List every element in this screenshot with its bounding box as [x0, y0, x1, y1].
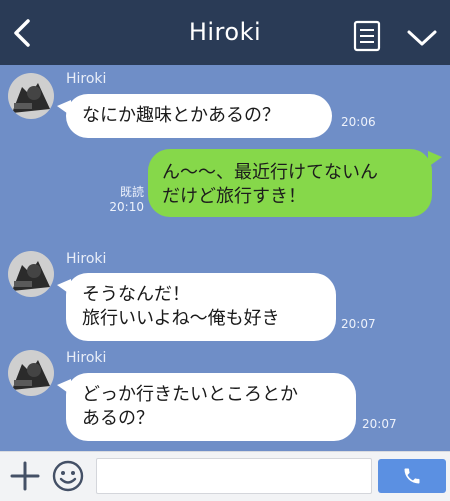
- sender-name: Hiroki: [66, 71, 107, 87]
- chevron-down-icon[interactable]: [406, 27, 438, 49]
- smiley-icon[interactable]: [52, 460, 84, 492]
- bubble-tail: [428, 151, 442, 167]
- message-bubble[interactable]: どっか行きたいところとか あるの？: [57, 373, 356, 441]
- sender-name: Hiroki: [66, 350, 107, 366]
- read-receipt: 既読 20:10: [96, 185, 144, 215]
- message-line: あるの？: [82, 408, 154, 429]
- input-bar: [0, 451, 450, 501]
- message-line: そうなんだ！: [82, 284, 190, 305]
- message-bubble[interactable]: そうなんだ！ 旅行いいよね〜俺も好き: [57, 273, 336, 341]
- message-line: なにか趣味とかあるの？: [82, 105, 280, 126]
- read-label: 既読: [119, 185, 144, 199]
- bubble-tail: [57, 279, 71, 295]
- timestamp: 20:10: [109, 200, 144, 214]
- avatar[interactable]: [8, 73, 54, 119]
- notes-icon[interactable]: [352, 20, 382, 52]
- chat-area[interactable]: Hiroki なにか趣味とかあるの？ 20:06 既読 20:10 ん〜〜、最近…: [0, 65, 450, 451]
- bubble-tail: [57, 379, 71, 395]
- call-button[interactable]: [378, 459, 446, 493]
- timestamp: 20:06: [341, 115, 376, 129]
- message-bubble[interactable]: なにか趣味とかあるの？: [57, 94, 332, 138]
- message-line: ん〜〜、最近行けてないん: [162, 162, 378, 183]
- chat-title: Hiroki: [188, 18, 262, 46]
- message-line: どっか行きたいところとか: [82, 384, 298, 405]
- chat-header: Hiroki: [0, 0, 450, 65]
- sender-name: Hiroki: [66, 251, 107, 267]
- avatar[interactable]: [8, 350, 54, 396]
- message-input[interactable]: [96, 458, 372, 494]
- plus-icon[interactable]: [10, 461, 40, 491]
- avatar[interactable]: [8, 251, 54, 297]
- message-bubble-own[interactable]: ん〜〜、最近行けてないん だけど旅行すき！: [148, 149, 442, 217]
- message-line: 旅行いいよね〜俺も好き: [82, 308, 280, 329]
- phone-icon: [404, 468, 420, 484]
- bubble-tail: [57, 100, 71, 116]
- timestamp: 20:07: [362, 417, 397, 431]
- message-line: だけど旅行すき！: [162, 186, 306, 207]
- timestamp: 20:07: [341, 317, 376, 331]
